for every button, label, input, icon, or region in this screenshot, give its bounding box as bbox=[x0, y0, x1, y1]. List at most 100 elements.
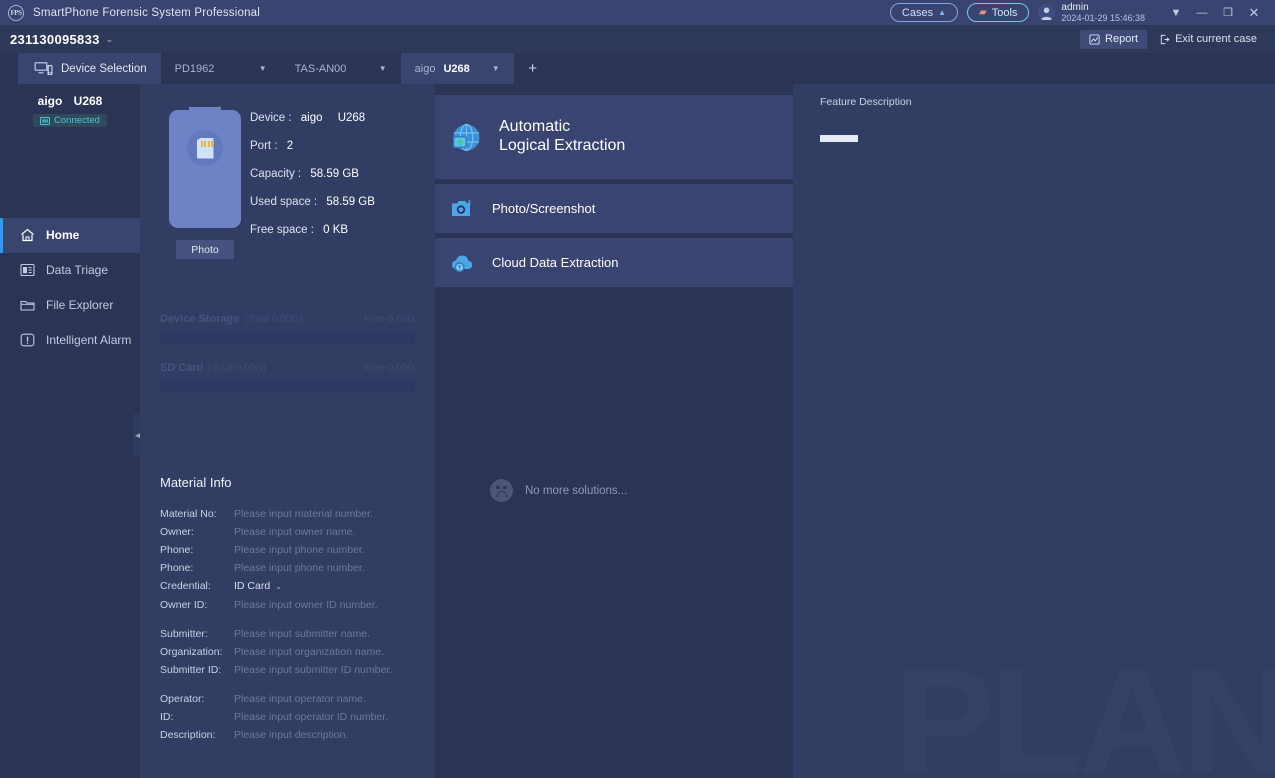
app-logo-icon: FPS bbox=[8, 4, 24, 21]
minimize-button[interactable]: — bbox=[1189, 0, 1215, 25]
field-value: Please input phone number. bbox=[234, 562, 365, 574]
device-info-label: Used space : bbox=[250, 196, 318, 208]
sidebar-item-file-explorer-label: File Explorer bbox=[46, 298, 114, 312]
field-material-no[interactable]: Material No: Please input material numbe… bbox=[160, 505, 415, 523]
chevron-down-icon[interactable]: ▼ bbox=[379, 64, 387, 73]
storage-device-free: Free 0.00G bbox=[364, 314, 415, 325]
field-label: Organization: bbox=[160, 646, 223, 658]
case-number[interactable]: 231130095833 bbox=[10, 32, 100, 47]
restore-button[interactable]: ❐ bbox=[1215, 0, 1241, 25]
field-phone-2[interactable]: Phone: Please input phone number. bbox=[160, 559, 415, 577]
device-tab-0-model: PD1962 bbox=[174, 62, 215, 75]
sidebar-item-home-label: Home bbox=[46, 228, 80, 242]
sd-card-icon bbox=[196, 137, 214, 159]
sd-card-badge bbox=[187, 130, 223, 166]
device-info-row-port: Port : 2 bbox=[250, 140, 375, 152]
field-value: Please input owner ID number. bbox=[234, 599, 378, 611]
device-selection-button[interactable]: Device Selection bbox=[18, 53, 161, 84]
photo-button-label: Photo bbox=[191, 243, 219, 256]
device-detail-panel: Photo Device : aigo U268 Port : 2 Capaci… bbox=[140, 84, 435, 778]
phone-illustration bbox=[169, 110, 241, 228]
user-menu[interactable]: admin 2024-01-29 15:46:38 bbox=[1038, 2, 1145, 24]
dropdown-button[interactable]: ▼ bbox=[1163, 0, 1189, 25]
card-automatic-logical-extraction[interactable]: Automatic Logical Extraction bbox=[435, 95, 793, 179]
field-value: ID Card ⌄ bbox=[234, 577, 282, 596]
feature-description-placeholder bbox=[820, 135, 858, 142]
field-value: Please input owner name. bbox=[234, 526, 356, 538]
device-info-label: Capacity : bbox=[250, 168, 302, 180]
sidebar-item-data-triage-label: Data Triage bbox=[46, 263, 109, 277]
status-badge: Connected bbox=[33, 114, 107, 127]
field-group-divider bbox=[160, 614, 415, 625]
field-submitter[interactable]: Submitter: Please input submitter name. bbox=[160, 625, 415, 643]
chevron-down-icon[interactable]: ▼ bbox=[259, 64, 267, 73]
field-operator-id[interactable]: ID: Please input operator ID number. bbox=[160, 708, 415, 726]
tools-label: Tools bbox=[991, 6, 1018, 19]
field-phone-1[interactable]: Phone: Please input phone number. bbox=[160, 541, 415, 559]
app-logo-text: FPS bbox=[10, 8, 22, 17]
field-credential[interactable]: Credential: ID Card ⌄ bbox=[160, 577, 415, 596]
card-photo-screenshot[interactable]: Photo/Screenshot bbox=[435, 184, 793, 233]
device-tab-strip: Device Selection PD1962 ▼ TAS-AN00 ▼ aig… bbox=[0, 53, 1275, 84]
exit-case-label: Exit current case bbox=[1175, 33, 1257, 45]
storage-section: Device Storage (Total 0.00G) Free 0.00G … bbox=[140, 313, 435, 393]
sidebar-item-file-explorer[interactable]: File Explorer bbox=[0, 288, 140, 323]
device-info-row-capacity: Capacity : 58.59 GB bbox=[250, 168, 375, 180]
app-title: SmartPhone Forensic System Professional bbox=[33, 6, 261, 19]
sidebar-item-home[interactable]: Home bbox=[0, 217, 140, 253]
tools-button[interactable]: ▰ Tools bbox=[967, 3, 1030, 22]
photo-button[interactable]: Photo bbox=[176, 240, 234, 259]
cases-button[interactable]: Cases ▲ bbox=[889, 3, 959, 22]
device-info-row-device: Device : aigo U268 bbox=[250, 112, 375, 124]
field-value: Please input phone number. bbox=[234, 544, 365, 556]
case-chevron-down-icon[interactable]: ⌄ bbox=[106, 34, 114, 45]
exit-case-button[interactable]: Exit current case bbox=[1151, 30, 1265, 49]
field-label: ID: bbox=[160, 711, 174, 723]
field-value: Please input description. bbox=[234, 729, 349, 741]
sidebar-device-header: aigo U268 Connected bbox=[0, 84, 140, 130]
add-device-tab-button[interactable]: + bbox=[514, 53, 552, 84]
card-cloud-data-extraction[interactable]: Cloud Data Extraction bbox=[435, 238, 793, 287]
field-organization[interactable]: Organization: Please input organization … bbox=[160, 643, 415, 661]
report-label: Report bbox=[1105, 33, 1139, 45]
device-info-value: 0 KB bbox=[323, 224, 349, 236]
field-owner-id[interactable]: Owner ID: Please input owner ID number. bbox=[160, 596, 415, 614]
data-triage-icon bbox=[20, 263, 35, 277]
app-window: FPS SmartPhone Forensic System Professio… bbox=[0, 0, 1275, 778]
sidebar: aigo U268 Connected Home Data Triage Fil… bbox=[0, 84, 144, 778]
device-tab-0[interactable]: PD1962 ▼ bbox=[161, 53, 281, 84]
plug-icon bbox=[40, 116, 51, 125]
sidebar-item-intelligent-alarm[interactable]: Intelligent Alarm bbox=[0, 323, 140, 358]
field-label: Description: bbox=[160, 729, 216, 741]
storage-device: Device Storage (Total 0.00G) Free 0.00G bbox=[160, 313, 415, 344]
storage-sdcard-total: (Total 0.00G) bbox=[208, 363, 267, 374]
sidebar-device-model: U268 bbox=[73, 94, 103, 108]
card-title-photo: Photo/Screenshot bbox=[492, 200, 596, 216]
sidebar-item-data-triage[interactable]: Data Triage bbox=[0, 253, 140, 288]
cases-label: Cases bbox=[901, 6, 934, 19]
device-tab-1-model: TAS-AN00 bbox=[294, 62, 347, 75]
field-label: Material No: bbox=[160, 508, 217, 520]
chevron-down-icon[interactable]: ⌄ bbox=[275, 582, 282, 591]
field-group-divider bbox=[160, 679, 415, 690]
field-operator[interactable]: Operator: Please input operator name. bbox=[160, 690, 415, 708]
chevron-down-icon[interactable]: ▼ bbox=[492, 64, 500, 73]
field-owner[interactable]: Owner: Please input owner name. bbox=[160, 523, 415, 541]
sidebar-device-brand: aigo bbox=[37, 94, 63, 108]
plus-icon: + bbox=[528, 60, 538, 77]
report-button[interactable]: Report bbox=[1080, 29, 1148, 49]
sidebar-item-intelligent-alarm-label: Intelligent Alarm bbox=[46, 333, 132, 347]
device-tab-2[interactable]: aigo U268 ▼ bbox=[400, 53, 514, 84]
material-info-title: Material Info bbox=[160, 475, 232, 490]
storage-device-bar bbox=[160, 331, 415, 344]
card-title-line2: Logical Extraction bbox=[499, 137, 626, 154]
device-tab-2-brand: aigo bbox=[414, 62, 436, 75]
device-info-value2: U268 bbox=[337, 112, 366, 124]
restore-icon: ❐ bbox=[1223, 7, 1233, 19]
close-button[interactable]: ✕ bbox=[1241, 0, 1267, 25]
device-tab-1[interactable]: TAS-AN00 ▼ bbox=[281, 53, 401, 84]
field-description[interactable]: Description: Please input description. bbox=[160, 726, 415, 744]
feature-description-panel: Feature Description PLAN bbox=[793, 84, 1275, 778]
field-submitter-id[interactable]: Submitter ID: Please input submitter ID … bbox=[160, 661, 415, 679]
device-thumbnail: Photo bbox=[160, 98, 250, 259]
